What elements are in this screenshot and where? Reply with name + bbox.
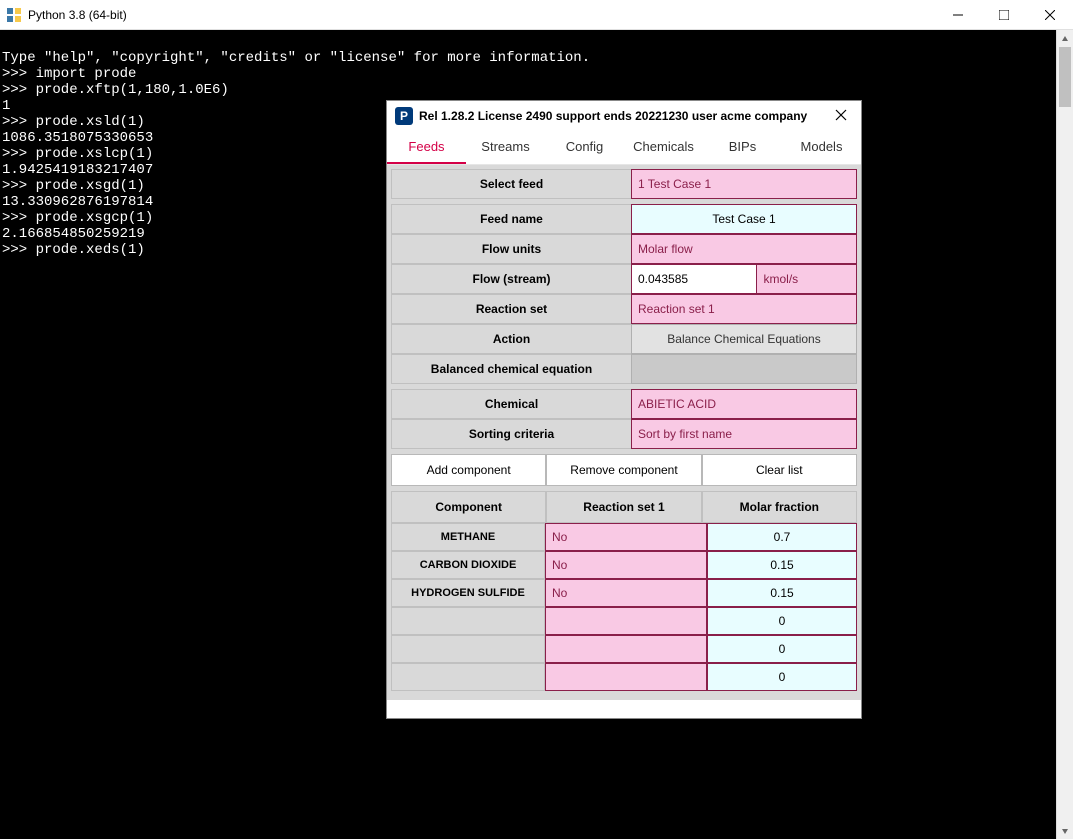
component-name [391, 663, 545, 691]
component-name: HYDROGEN SULFIDE [391, 579, 545, 607]
console-line: >>> prode.xsgd(1) [2, 178, 145, 194]
prode-dialog: P Rel 1.28.2 License 2490 support ends 2… [386, 100, 862, 719]
molar-fraction-cell[interactable]: 0 [707, 607, 857, 635]
remove-component-button[interactable]: Remove component [546, 454, 701, 486]
console-line: >>> import prode [2, 66, 136, 82]
chemical-dropdown[interactable]: ABIETIC ACID [631, 389, 857, 419]
tab-bips[interactable]: BIPs [703, 131, 782, 164]
select-feed-dropdown[interactable]: 1 Test Case 1 [631, 169, 857, 199]
scrollbar[interactable] [1056, 30, 1073, 839]
tab-models[interactable]: Models [782, 131, 861, 164]
col-molar-fraction: Molar fraction [702, 491, 857, 523]
console-line: Type "help", "copyright", "credits" or "… [2, 50, 590, 66]
balance-equations-button[interactable]: Balance Chemical Equations [631, 324, 857, 354]
reaction-set-dropdown[interactable]: Reaction set 1 [631, 294, 857, 324]
action-label: Action [391, 324, 631, 354]
dialog-body: Select feed 1 Test Case 1 Feed name Test… [387, 165, 861, 700]
molar-fraction-cell[interactable]: 0.15 [707, 551, 857, 579]
sorting-label: Sorting criteria [391, 419, 631, 449]
console-line: >>> prode.xftp(1,180,1.0E6) [2, 82, 229, 98]
console-line: 2.166854850259219 [2, 226, 145, 242]
table-row: 0 [391, 663, 857, 691]
feed-name-input[interactable]: Test Case 1 [631, 204, 857, 234]
table-row: METHANE No 0.7 [391, 523, 857, 551]
molar-fraction-cell[interactable]: 0.15 [707, 579, 857, 607]
flow-units-label: Flow units [391, 234, 631, 264]
select-feed-label: Select feed [391, 169, 631, 199]
balanced-equation-label: Balanced chemical equation [391, 354, 631, 384]
reaction-set-cell[interactable]: No [545, 579, 707, 607]
console-line: 1086.3518075330653 [2, 130, 153, 146]
sorting-dropdown[interactable]: Sort by first name [631, 419, 857, 449]
scroll-down-icon[interactable] [1057, 822, 1073, 839]
console-line: >>> prode.xeds(1) [2, 242, 145, 258]
tab-chemicals[interactable]: Chemicals [624, 131, 703, 164]
dialog-footer [387, 700, 861, 718]
close-button[interactable] [1027, 0, 1073, 30]
reaction-set-cell[interactable] [545, 663, 707, 691]
tab-config[interactable]: Config [545, 131, 624, 164]
minimize-button[interactable] [935, 0, 981, 30]
dialog-close-button[interactable] [829, 109, 853, 124]
tab-streams[interactable]: Streams [466, 131, 545, 164]
component-name [391, 635, 545, 663]
console-line: >>> prode.xsgcp(1) [2, 210, 153, 226]
table-row: 0 [391, 635, 857, 663]
clear-list-button[interactable]: Clear list [702, 454, 857, 486]
component-name [391, 607, 545, 635]
reaction-set-cell[interactable] [545, 635, 707, 663]
console-line: 13.330962876197814 [2, 194, 153, 210]
flow-stream-input[interactable]: 0.043585 [631, 264, 757, 294]
table-row: HYDROGEN SULFIDE No 0.15 [391, 579, 857, 607]
molar-fraction-cell[interactable]: 0 [707, 663, 857, 691]
chemical-label: Chemical [391, 389, 631, 419]
table-row: CARBON DIOXIDE No 0.15 [391, 551, 857, 579]
balanced-equation-value [631, 354, 857, 384]
flow-units-dropdown[interactable]: Molar flow [631, 234, 857, 264]
flow-stream-label: Flow (stream) [391, 264, 631, 294]
console-line: 1.9425419183217407 [2, 162, 153, 178]
window-title: Python 3.8 (64-bit) [28, 8, 935, 22]
reaction-set-cell[interactable]: No [545, 551, 707, 579]
molar-fraction-cell[interactable]: 0 [707, 635, 857, 663]
dialog-titlebar: P Rel 1.28.2 License 2490 support ends 2… [387, 101, 861, 131]
reaction-set-label: Reaction set [391, 294, 631, 324]
reaction-set-cell[interactable] [545, 607, 707, 635]
console-line: 1 [2, 98, 10, 114]
window-titlebar: Python 3.8 (64-bit) [0, 0, 1073, 30]
console-line: >>> prode.xsld(1) [2, 114, 145, 130]
scroll-thumb[interactable] [1059, 47, 1071, 107]
reaction-set-cell[interactable]: No [545, 523, 707, 551]
add-component-button[interactable]: Add component [391, 454, 546, 486]
prode-icon: P [395, 107, 413, 125]
tabs: Feeds Streams Config Chemicals BIPs Mode… [387, 131, 861, 165]
maximize-button[interactable] [981, 0, 1027, 30]
component-name: METHANE [391, 523, 545, 551]
component-name: CARBON DIOXIDE [391, 551, 545, 579]
feed-name-label: Feed name [391, 204, 631, 234]
python-icon [6, 7, 22, 23]
tab-feeds[interactable]: Feeds [387, 131, 466, 164]
console-line: >>> prode.xslcp(1) [2, 146, 153, 162]
col-reaction-set: Reaction set 1 [546, 491, 701, 523]
scroll-up-icon[interactable] [1057, 30, 1073, 47]
table-row: 0 [391, 607, 857, 635]
dialog-title: Rel 1.28.2 License 2490 support ends 202… [419, 109, 829, 123]
col-component: Component [391, 491, 546, 523]
flow-stream-unit-dropdown[interactable]: kmol/s [757, 264, 857, 294]
molar-fraction-cell[interactable]: 0.7 [707, 523, 857, 551]
